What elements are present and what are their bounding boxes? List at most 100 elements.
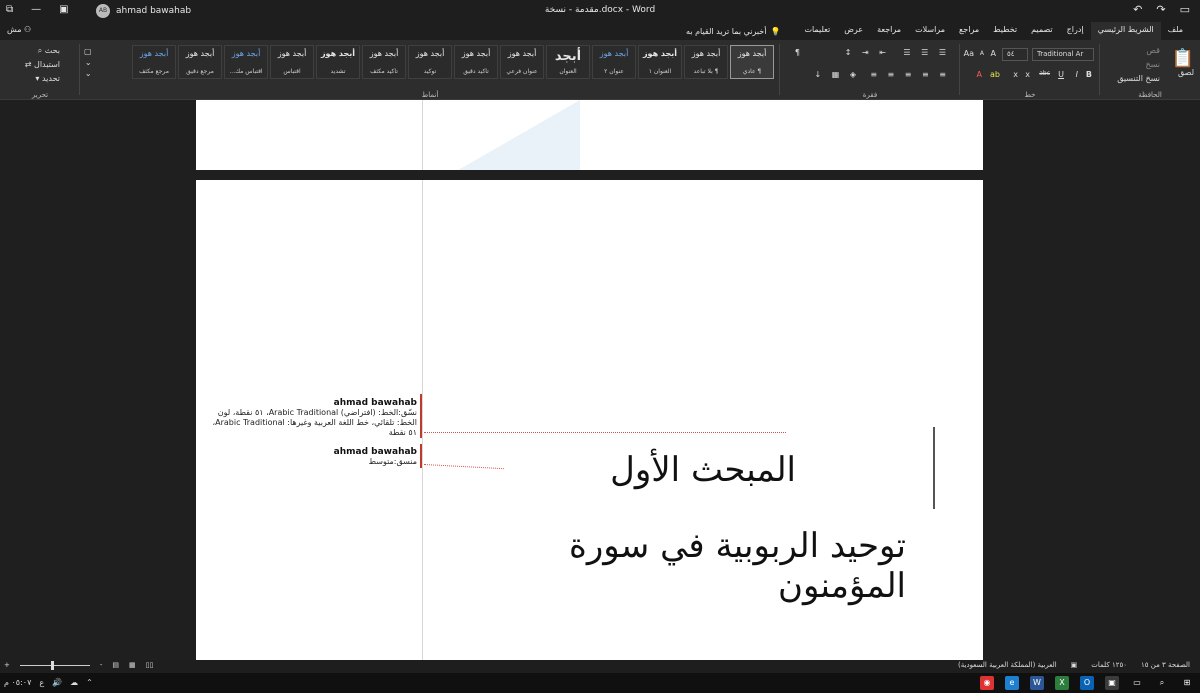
chrome-icon[interactable]: ◉ [980, 676, 994, 690]
style-sample: أبجد هوز [277, 49, 307, 58]
zoom-out-button[interactable]: - [100, 661, 103, 669]
search-icon[interactable]: ⌕ [1155, 676, 1169, 690]
style-sample: أبجد هوز [231, 49, 261, 58]
style-sample: أبجد هوز [461, 49, 491, 58]
redo-icon[interactable]: ↷ [1156, 3, 1165, 16]
find-button[interactable]: بحث ⌕ [38, 46, 60, 56]
document-page[interactable]: ahmad bawahab نسّق:الخط: (افتراضي) Arabi… [196, 180, 983, 660]
tab-home[interactable]: الشريط الرئيسي [1090, 22, 1161, 40]
paste-icon[interactable]: 📋 [1172, 48, 1194, 69]
style-name: ¶ بلا تباعد [693, 68, 719, 75]
bullets-icon[interactable]: ☰ ☰ ☰ [903, 48, 950, 57]
web-layout-icon[interactable]: ▤ [112, 661, 119, 669]
italic-button[interactable]: I [1076, 70, 1078, 79]
subscript-button[interactable]: x [1025, 70, 1030, 79]
highlight-button[interactable]: ab [990, 70, 1000, 79]
paste-button[interactable]: لصق [1178, 68, 1194, 77]
style-item[interactable]: أبجد هوز مرجع مكثف [132, 45, 176, 79]
style-item[interactable]: أبجد هوز توكيد [408, 45, 452, 79]
heading-1[interactable]: المبحث الأول [496, 450, 796, 490]
style-sample: أبجد هوز [642, 49, 678, 58]
style-item[interactable]: أبجد هوز مرجع دقيق [178, 45, 222, 79]
cloud-icon[interactable]: ☁ [70, 678, 78, 687]
font-color-button[interactable]: A [977, 70, 982, 79]
explorer-icon[interactable]: ▣ [1105, 676, 1119, 690]
show-marks-button[interactable]: ¶ [795, 48, 800, 57]
tab-mailings[interactable]: مراسلات [908, 22, 952, 40]
shading-borders-icon[interactable]: ◈ ▦ ↓ [815, 70, 861, 79]
style-item[interactable]: أبجد هوز عنوان فرعي [500, 45, 544, 79]
styles-scroll-icons[interactable]: ▢ ⌄ ⌄ [84, 46, 92, 79]
bold-button[interactable]: B [1086, 70, 1092, 79]
tab-layout[interactable]: تخطيط [986, 22, 1024, 40]
tab-references[interactable]: مراجع [952, 22, 986, 40]
markup-margin-line [422, 180, 423, 660]
style-item[interactable]: أبجد هوز تشديد [316, 45, 360, 79]
clock[interactable]: ٠٥:٠٧ م [4, 678, 31, 687]
word-icon[interactable]: W [1030, 676, 1044, 690]
superscript-button[interactable]: x [1013, 70, 1018, 79]
page-count[interactable]: الصفحة ٣ من ١٥ [1141, 661, 1190, 669]
document-workspace[interactable]: ٢ ahmad bawahab نسّق:الخط: (افتراضي) Ara… [0, 100, 1200, 660]
proofing-icon[interactable]: ▣ [1071, 661, 1078, 669]
input-language[interactable]: ع [39, 678, 44, 687]
underline-button[interactable]: U [1058, 70, 1064, 79]
strikethrough-button[interactable]: abc [1039, 70, 1050, 77]
watermark-number: ٢ [531, 102, 543, 127]
format-painter-button[interactable]: نسخ التنسيق [1117, 74, 1160, 83]
shrink-font-button[interactable]: A [980, 50, 984, 57]
replace-button[interactable]: استبدال ⇄ [25, 60, 60, 69]
windows-start-icon[interactable]: ⊞ [1180, 676, 1194, 690]
person-icon: ⚇ [24, 25, 32, 34]
heading-2[interactable]: توحيد الربوبية في سورة المؤمنون [496, 526, 906, 606]
align-icons[interactable]: ≡ ≡ ≡ ≡ ≡ [870, 70, 950, 79]
title-bar: ⧉ — ▣ AB ahmad bawahab مقدمة - نسخة.docx… [0, 0, 1200, 22]
document-page[interactable]: ٢ [196, 100, 983, 170]
language-indicator[interactable]: العربية (المملكة العربية السعودية) [958, 661, 1057, 669]
font-name-box[interactable]: Traditional Ar [1032, 48, 1094, 61]
font-size-box[interactable]: ٥٤ [1002, 48, 1028, 61]
style-item[interactable]: أبجد هوز عنوان ٢ [592, 45, 636, 79]
zoom-in-button[interactable]: + [4, 661, 10, 669]
outlook-icon[interactable]: O [1080, 676, 1094, 690]
style-item[interactable]: أبجد هوز ¶ بلا تباعد [684, 45, 728, 79]
zoom-slider[interactable] [19, 660, 90, 670]
cut-button[interactable]: قص [1146, 46, 1160, 55]
task-view-icon[interactable]: ▭ [1130, 676, 1144, 690]
tab-help[interactable]: تعليمات [797, 22, 837, 40]
zoom-slider-thumb[interactable] [50, 660, 54, 670]
select-button[interactable]: تحديد ▾ [35, 74, 60, 83]
tab-view[interactable]: عرض [837, 22, 870, 40]
read-mode-icon[interactable]: ▯▯ [146, 661, 154, 669]
indent-icon[interactable]: ⇤ ⇥ ↕ [845, 48, 890, 57]
undo-icon[interactable]: ↶ [1133, 3, 1142, 16]
style-item[interactable]: أبجد هوز تأكيد دقيق [454, 45, 498, 79]
grow-font-button[interactable]: A [991, 49, 996, 58]
style-item[interactable]: أبجد هوز العنوان ١ [638, 45, 682, 79]
taskbar: ⊞ ⌕ ▭ ▣ O X W e ◉ ٠٥:٠٧ م ع 🔊 ☁ ⌃ [0, 673, 1200, 693]
chevron-up-icon[interactable]: ⌃ [86, 678, 93, 687]
style-item[interactable]: أبجد العنوان [546, 45, 590, 79]
tab-design[interactable]: تصميم [1024, 22, 1060, 40]
style-item[interactable]: أبجد هوز ¶ عادي [730, 45, 774, 79]
tell-me-search[interactable]: 💡 أخبرني بما تريد القيام به [679, 22, 787, 40]
share-button[interactable]: ⚇ مش [0, 22, 38, 40]
change-case-button[interactable]: Aa [964, 49, 974, 58]
tab-review[interactable]: مراجعة [870, 22, 908, 40]
tab-file[interactable]: ملف [1161, 22, 1190, 40]
revision-comment[interactable]: ahmad bawahab منسق:متوسط [202, 447, 417, 467]
markup-margin-line [422, 100, 423, 170]
style-item[interactable]: أبجد هوز تأكيد مكثف [362, 45, 406, 79]
style-item[interactable]: أبجد هوز اقتباس [270, 45, 314, 79]
edge-icon[interactable]: e [1005, 676, 1019, 690]
print-layout-icon[interactable]: ▦ [129, 661, 136, 669]
revision-comment[interactable]: ahmad bawahab نسّق:الخط: (افتراضي) Arabi… [202, 398, 417, 438]
volume-icon[interactable]: 🔊 [52, 678, 62, 687]
style-sample: أبجد هوز [599, 49, 629, 58]
word-count[interactable]: ١٢٥٠ كلمات [1091, 661, 1127, 669]
tab-insert[interactable]: إدراج [1060, 22, 1091, 40]
copy-button[interactable]: نسخ [1145, 60, 1160, 69]
style-item[interactable]: أبجد هوز اقتباس مك... [224, 45, 268, 79]
excel-icon[interactable]: X [1055, 676, 1069, 690]
save-icon[interactable]: ▭ [1180, 3, 1190, 16]
